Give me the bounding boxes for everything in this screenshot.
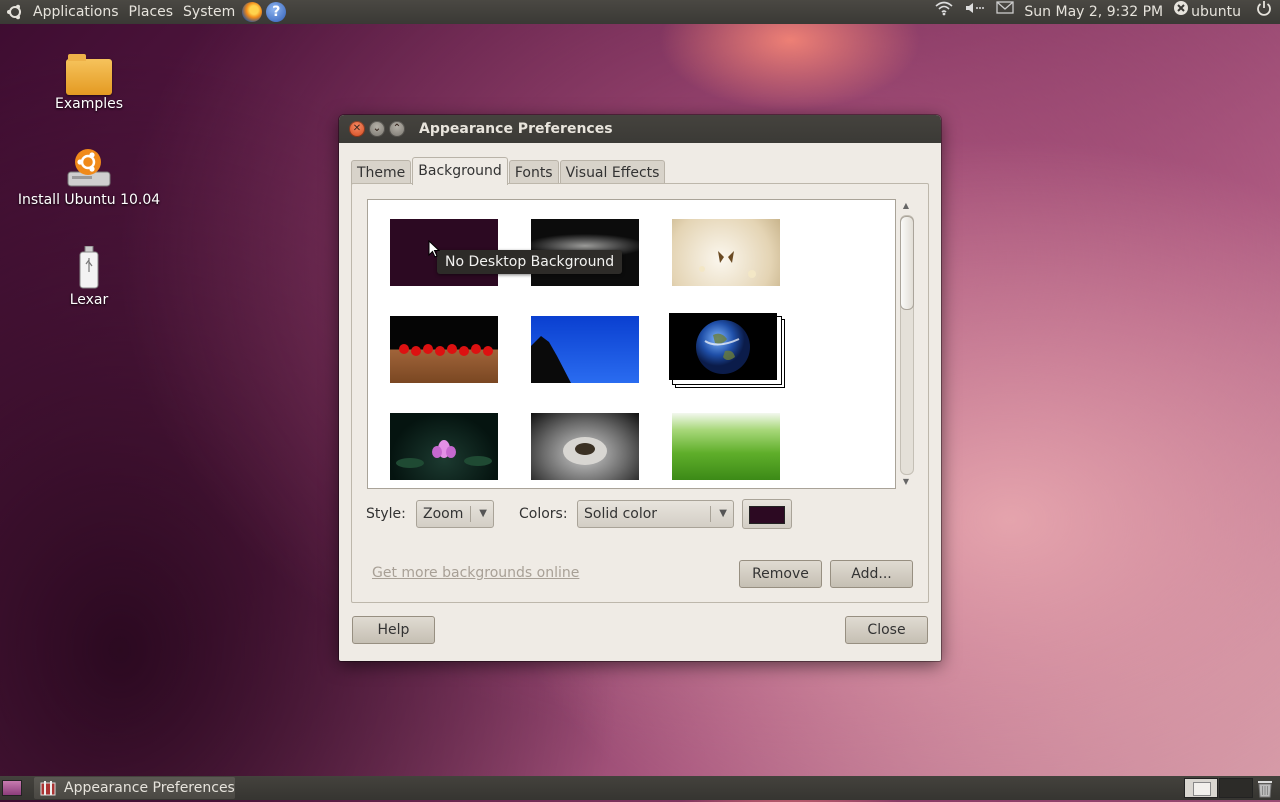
close-icon: ✕ — [352, 123, 362, 134]
firefox-icon[interactable] — [242, 2, 263, 22]
menu-places[interactable]: Places — [124, 0, 179, 24]
user-status-icon[interactable] — [1168, 0, 1191, 24]
colors-combo[interactable]: Solid color ▼ — [577, 500, 734, 528]
bottom-panel: Appearance Preferences — [0, 776, 1280, 800]
clock[interactable]: Sun May 2, 9:32 PM — [1019, 0, 1168, 24]
wallpaper-lotus[interactable] — [390, 413, 498, 480]
butterfly-image — [699, 251, 756, 278]
style-combo[interactable]: Zoom ▼ — [416, 500, 494, 528]
wallpaper-earth[interactable] — [669, 313, 785, 388]
remove-button[interactable]: Remove — [739, 560, 822, 588]
appearance-preferences-window: ✕ ⌄ ⌃ Appearance Preferences Theme Backg… — [339, 115, 941, 661]
window-close-button[interactable]: ✕ — [349, 121, 365, 137]
desktop-icon-lexar[interactable]: Lexar — [14, 245, 164, 308]
combo-separator — [470, 506, 471, 522]
desktop-icon-install-ubuntu[interactable]: Install Ubuntu 10.04 — [14, 146, 164, 208]
window-minimize-button[interactable]: ⌄ — [369, 121, 385, 137]
chevron-down-icon: ▼ — [719, 508, 727, 519]
style-label: Style: — [366, 506, 406, 522]
lotus-image — [396, 440, 492, 468]
wallpaper-hands-seeds[interactable] — [531, 413, 639, 480]
usb-drive-icon — [79, 245, 99, 290]
appearance-app-icon — [40, 780, 56, 796]
window-maximize-button[interactable]: ⌃ — [389, 121, 405, 137]
combo-separator — [710, 506, 711, 522]
volume-icon[interactable] — [959, 0, 991, 24]
folder-icon — [14, 54, 164, 95]
tab-theme[interactable]: Theme — [351, 160, 412, 185]
user-name[interactable]: ubuntu — [1191, 0, 1246, 24]
colors-value: Solid color — [584, 506, 658, 522]
power-icon[interactable] — [1246, 0, 1280, 24]
close-button[interactable]: Close — [845, 616, 928, 644]
scroll-up-arrow-icon[interactable]: ▲ — [901, 201, 911, 211]
earth-image — [696, 320, 750, 374]
tab-visual-effects[interactable]: Visual Effects — [559, 160, 666, 185]
mouse-pointer-icon — [428, 239, 441, 262]
hands-image — [563, 437, 607, 465]
desktop-icon-label: Examples — [54, 96, 124, 112]
desktop-icon-examples[interactable]: Examples — [14, 54, 164, 112]
rock-silhouette-image — [531, 336, 571, 383]
menu-applications[interactable]: Applications — [28, 0, 124, 24]
wallpaper-butterfly-flowers[interactable] — [672, 219, 780, 286]
chevron-down-icon: ▼ — [479, 508, 487, 519]
ubuntu-logo-icon[interactable] — [6, 3, 24, 21]
mail-icon[interactable] — [991, 0, 1019, 24]
gallery-scrollbar[interactable]: ▲ ▼ — [898, 199, 914, 489]
help-icon[interactable]: ? — [266, 2, 287, 22]
window-title: Appearance Preferences — [419, 121, 613, 137]
tab-background[interactable]: Background — [412, 157, 508, 185]
colors-label: Colors: — [519, 506, 568, 522]
wallpaper-green-grass[interactable] — [672, 413, 780, 480]
show-desktop-icon[interactable] — [2, 780, 22, 796]
workspace-1[interactable] — [1184, 778, 1218, 798]
workspace-2[interactable] — [1219, 778, 1253, 798]
more-backgrounds-link[interactable]: Get more backgrounds online — [372, 565, 579, 581]
scroll-down-arrow-icon[interactable]: ▼ — [901, 477, 911, 487]
tab-bar: Theme Background Fonts Visual Effects — [351, 157, 666, 185]
minimize-icon: ⌄ — [372, 123, 382, 134]
menu-system[interactable]: System — [178, 0, 240, 24]
top-panel: Applications Places System ? Sun May 2, … — [0, 0, 1280, 24]
cherries-image — [399, 344, 493, 356]
tab-fonts[interactable]: Fonts — [508, 160, 559, 185]
help-button[interactable]: Help — [352, 616, 435, 644]
scrollbar-thumb[interactable] — [900, 216, 914, 310]
color-picker-button[interactable] — [742, 499, 792, 529]
color-swatch — [749, 506, 785, 524]
wallpaper-tooltip: No Desktop Background — [437, 250, 623, 274]
installer-icon — [66, 146, 112, 190]
add-button[interactable]: Add... — [830, 560, 913, 588]
wallpaper-cherries[interactable] — [390, 316, 498, 383]
style-value: Zoom — [423, 506, 464, 522]
taskbar-item-appearance-preferences[interactable]: Appearance Preferences — [34, 777, 235, 799]
wallpaper-gallery[interactable] — [367, 199, 896, 489]
wifi-icon[interactable] — [929, 0, 959, 24]
wallpaper-blue-sky-rock[interactable] — [531, 316, 639, 383]
trash-icon[interactable] — [1256, 778, 1274, 798]
desktop-icon-label: Lexar — [69, 292, 109, 308]
title-bar[interactable]: ✕ ⌄ ⌃ Appearance Preferences — [339, 115, 941, 143]
maximize-icon: ⌃ — [392, 123, 402, 134]
taskbar-item-label: Appearance Preferences — [64, 780, 235, 796]
desktop-icon-label: Install Ubuntu 10.04 — [17, 192, 161, 208]
